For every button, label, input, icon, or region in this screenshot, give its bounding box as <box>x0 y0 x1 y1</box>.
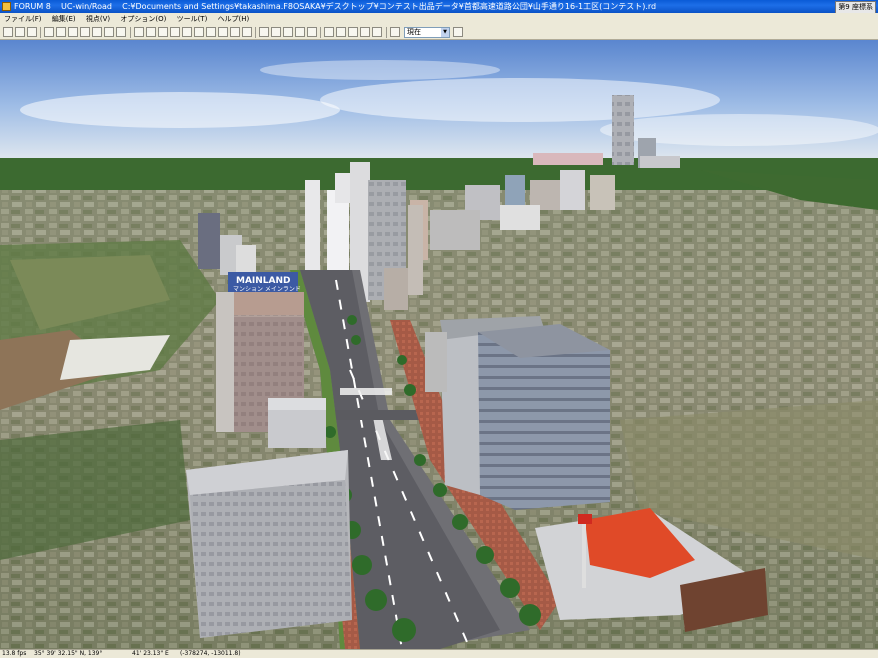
plane-icon[interactable] <box>56 27 66 37</box>
building <box>560 170 585 210</box>
sign-pole <box>582 524 586 588</box>
zoom-icon[interactable] <box>271 27 281 37</box>
longitude-readout: 41' 23.13" E <box>132 650 169 657</box>
texture-icon[interactable] <box>146 27 156 37</box>
cloud <box>20 92 340 128</box>
toolbar-separator <box>40 27 41 38</box>
new-file-icon[interactable] <box>3 27 13 37</box>
building <box>425 332 447 392</box>
cloud <box>260 60 500 80</box>
camera-icon[interactable] <box>360 27 370 37</box>
toolbar-separator <box>320 27 321 38</box>
apartment <box>478 332 610 510</box>
sign-text-line1: MAINLAND <box>236 276 291 286</box>
app-icon <box>2 2 11 11</box>
intersection-icon[interactable] <box>92 27 102 37</box>
terrain-icon[interactable] <box>104 27 114 37</box>
rotate-icon[interactable] <box>259 27 269 37</box>
3d-viewport[interactable]: MAINLAND マンション メインランド <box>0 40 878 649</box>
goto-view-icon[interactable] <box>453 27 463 37</box>
cross-section-icon[interactable] <box>80 27 90 37</box>
gas-station-sign <box>578 514 592 524</box>
3d-scene: MAINLAND マンション メインランド <box>0 40 878 649</box>
crosswalk <box>340 388 392 395</box>
tree-icon[interactable] <box>116 27 126 37</box>
light-icon[interactable] <box>170 27 180 37</box>
globe-icon[interactable] <box>218 27 228 37</box>
view-select[interactable]: 現在 ▼ <box>404 27 450 38</box>
building-side <box>216 292 234 432</box>
tower <box>305 180 320 280</box>
car-icon[interactable] <box>194 27 204 37</box>
sign-text-line2: マンション メインランド <box>233 286 301 293</box>
chevron-down-icon[interactable]: ▼ <box>441 28 449 37</box>
toolbar-separator <box>130 27 131 38</box>
sign-icon[interactable] <box>158 27 168 37</box>
cross-street <box>330 410 420 420</box>
menu-help[interactable]: ヘルプ(H) <box>214 13 254 25</box>
menu-view[interactable]: 視点(V) <box>82 13 114 25</box>
menu-options[interactable]: オプション(O) <box>116 13 170 25</box>
menu-tools[interactable]: ツール(T) <box>173 13 212 25</box>
record-icon[interactable] <box>348 27 358 37</box>
building <box>198 213 220 269</box>
settings-icon[interactable] <box>242 27 252 37</box>
toolbar: 現在 ▼ <box>0 25 878 40</box>
coordinate-readout: (-378274, -13011.8) <box>180 650 241 657</box>
stop-icon[interactable] <box>324 27 334 37</box>
title-bar: FORUM 8 UC-win/Road C:¥Documents and Set… <box>0 0 878 13</box>
window-title: FORUM 8 UC-win/Road C:¥Documents and Set… <box>14 2 657 11</box>
menu-bar: ファイル(F) 編集(E) 視点(V) オプション(O) ツール(T) ヘルプ(… <box>0 13 878 25</box>
distant-buildings <box>533 153 603 165</box>
road-edit-icon[interactable] <box>44 27 54 37</box>
play-icon[interactable] <box>336 27 346 37</box>
menu-file[interactable]: ファイル(F) <box>0 13 46 25</box>
fly-icon[interactable] <box>295 27 305 37</box>
coordinate-system-label: 第9 座標系 <box>835 1 876 13</box>
toolbar-separator <box>255 27 256 38</box>
open-file-icon[interactable] <box>15 27 25 37</box>
movie-icon[interactable] <box>372 27 382 37</box>
latitude-readout: 35° 39' 32.15" N, 139° <box>34 650 103 657</box>
building <box>430 210 480 250</box>
car-view-icon[interactable] <box>390 27 400 37</box>
building <box>236 245 256 275</box>
model-icon[interactable] <box>134 27 144 37</box>
traffic-icon[interactable] <box>182 27 192 37</box>
menu-edit[interactable]: 編集(E) <box>48 13 80 25</box>
building <box>590 175 615 210</box>
cloud <box>320 78 720 122</box>
view-select-value: 現在 <box>407 28 421 36</box>
status-bar: 13.8 fps 35° 39' 32.15" N, 139° 41' 23.1… <box>0 649 878 658</box>
distant-buildings <box>640 156 680 168</box>
weather-icon[interactable] <box>230 27 240 37</box>
toolbar-separator <box>386 27 387 38</box>
pan-icon[interactable] <box>283 27 293 37</box>
building <box>408 205 423 295</box>
signal-icon[interactable] <box>206 27 216 37</box>
save-icon[interactable] <box>27 27 37 37</box>
drive-icon[interactable] <box>307 27 317 37</box>
building <box>500 205 540 230</box>
building <box>384 268 408 310</box>
fps-readout: 13.8 fps <box>2 650 27 657</box>
profile-icon[interactable] <box>68 27 78 37</box>
